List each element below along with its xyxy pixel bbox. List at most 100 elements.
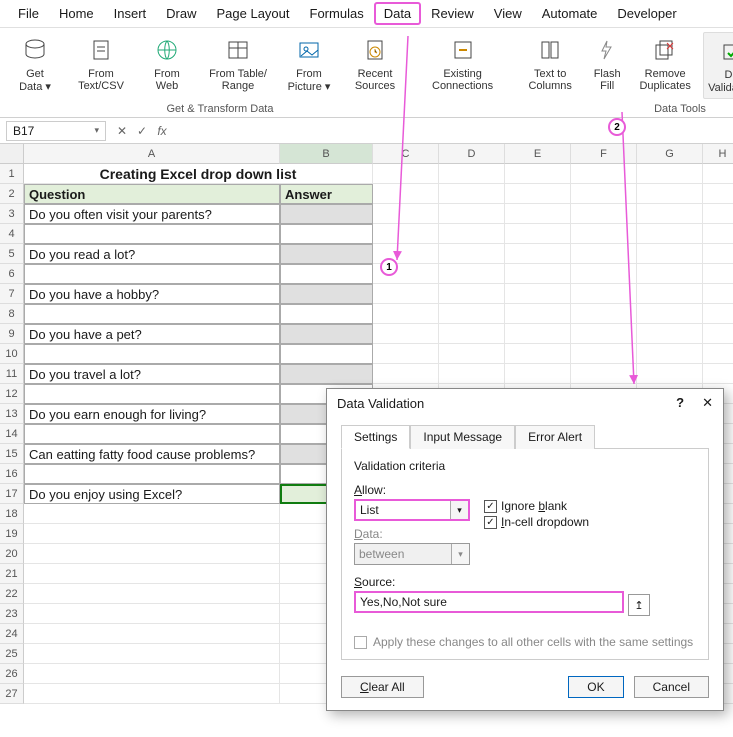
cell-A23[interactable]	[24, 604, 280, 624]
cell-A27[interactable]	[24, 684, 280, 704]
row-header-10[interactable]: 10	[0, 344, 24, 364]
cell-D1[interactable]	[439, 164, 505, 184]
cell-H9[interactable]	[703, 324, 733, 344]
row-header-12[interactable]: 12	[0, 384, 24, 404]
menu-automate[interactable]: Automate	[532, 2, 608, 25]
row-header-20[interactable]: 20	[0, 544, 24, 564]
col-header-G[interactable]: G	[637, 144, 703, 164]
source-input[interactable]: Yes,No,Not sure	[354, 591, 624, 613]
cell-G10[interactable]	[637, 344, 703, 364]
cell-A15[interactable]: Can eatting fatty food cause problems?	[24, 444, 280, 464]
cell-A25[interactable]	[24, 644, 280, 664]
cell-E2[interactable]	[505, 184, 571, 204]
cell-A16[interactable]	[24, 464, 280, 484]
row-header-15[interactable]: 15	[0, 444, 24, 464]
from-table-button[interactable]: From Table/ Range	[204, 32, 272, 92]
flash-fill-button[interactable]: Flash Fill	[587, 32, 627, 92]
menu-review[interactable]: Review	[421, 2, 484, 25]
cell-A1[interactable]: Creating Excel drop down list	[24, 164, 373, 184]
cancel-icon[interactable]: ✕	[112, 124, 132, 138]
row-header-6[interactable]: 6	[0, 264, 24, 284]
cell-G4[interactable]	[637, 224, 703, 244]
ignore-blank-checkbox[interactable]: ✓Ignore blank	[484, 499, 589, 513]
cell-A2[interactable]: Question	[24, 184, 280, 204]
row-header-22[interactable]: 22	[0, 584, 24, 604]
cell-F5[interactable]	[571, 244, 637, 264]
row-header-4[interactable]: 4	[0, 224, 24, 244]
cell-G2[interactable]	[637, 184, 703, 204]
cell-E6[interactable]	[505, 264, 571, 284]
menu-insert[interactable]: Insert	[104, 2, 157, 25]
formula-input[interactable]	[172, 124, 733, 138]
cell-D4[interactable]	[439, 224, 505, 244]
cancel-button[interactable]: Cancel	[634, 676, 709, 698]
cell-A26[interactable]	[24, 664, 280, 684]
cell-G5[interactable]	[637, 244, 703, 264]
cell-D5[interactable]	[439, 244, 505, 264]
cell-E4[interactable]	[505, 224, 571, 244]
cell-C2[interactable]	[373, 184, 439, 204]
dialog-tab-input-message[interactable]: Input Message	[410, 425, 515, 449]
col-header-B[interactable]: B	[280, 144, 373, 164]
cell-H10[interactable]	[703, 344, 733, 364]
cell-F4[interactable]	[571, 224, 637, 244]
cell-F11[interactable]	[571, 364, 637, 384]
cell-C10[interactable]	[373, 344, 439, 364]
remove-dup-button[interactable]: Remove Duplicates	[635, 32, 695, 92]
cell-A9[interactable]: Do you have a pet?	[24, 324, 280, 344]
from-picture-button[interactable]: From Picture ▾	[280, 32, 338, 93]
cell-F7[interactable]	[571, 284, 637, 304]
cell-H6[interactable]	[703, 264, 733, 284]
cell-H2[interactable]	[703, 184, 733, 204]
from-web-button[interactable]: From Web	[138, 32, 196, 92]
menu-file[interactable]: File	[8, 2, 49, 25]
cell-B5[interactable]	[280, 244, 373, 264]
cell-E3[interactable]	[505, 204, 571, 224]
cell-C4[interactable]	[373, 224, 439, 244]
cell-B2[interactable]: Answer	[280, 184, 373, 204]
cell-A6[interactable]	[24, 264, 280, 284]
cell-B8[interactable]	[280, 304, 373, 324]
row-header-17[interactable]: 17	[0, 484, 24, 504]
cell-A8[interactable]	[24, 304, 280, 324]
cell-H4[interactable]	[703, 224, 733, 244]
cell-B3[interactable]	[280, 204, 373, 224]
clear-all-button[interactable]: Clear All	[341, 676, 424, 698]
cell-G9[interactable]	[637, 324, 703, 344]
dialog-tab-settings[interactable]: Settings	[341, 425, 410, 449]
col-header-E[interactable]: E	[505, 144, 571, 164]
cell-A24[interactable]	[24, 624, 280, 644]
row-header-18[interactable]: 18	[0, 504, 24, 524]
row-header-1[interactable]: 1	[0, 164, 24, 184]
cell-E9[interactable]	[505, 324, 571, 344]
recent-sources-button[interactable]: Recent Sources	[346, 32, 404, 92]
cell-D11[interactable]	[439, 364, 505, 384]
row-header-7[interactable]: 7	[0, 284, 24, 304]
cell-D6[interactable]	[439, 264, 505, 284]
cell-A13[interactable]: Do you earn enough for living?	[24, 404, 280, 424]
row-header-11[interactable]: 11	[0, 364, 24, 384]
row-header-24[interactable]: 24	[0, 624, 24, 644]
row-header-25[interactable]: 25	[0, 644, 24, 664]
cell-F2[interactable]	[571, 184, 637, 204]
cell-B7[interactable]	[280, 284, 373, 304]
cell-F9[interactable]	[571, 324, 637, 344]
cell-H5[interactable]	[703, 244, 733, 264]
cell-F3[interactable]	[571, 204, 637, 224]
menu-draw[interactable]: Draw	[156, 2, 206, 25]
cell-F6[interactable]	[571, 264, 637, 284]
help-icon[interactable]: ?	[676, 395, 684, 411]
cell-C3[interactable]	[373, 204, 439, 224]
cell-A5[interactable]: Do you read a lot?	[24, 244, 280, 264]
cell-F8[interactable]	[571, 304, 637, 324]
row-header-19[interactable]: 19	[0, 524, 24, 544]
allow-select[interactable]: List▾	[354, 499, 470, 521]
cell-A12[interactable]	[24, 384, 280, 404]
dialog-tab-error-alert[interactable]: Error Alert	[515, 425, 595, 449]
cell-G8[interactable]	[637, 304, 703, 324]
cell-B11[interactable]	[280, 364, 373, 384]
cell-A14[interactable]	[24, 424, 280, 444]
name-box[interactable]: B17▾	[6, 121, 106, 141]
cell-A21[interactable]	[24, 564, 280, 584]
cell-D7[interactable]	[439, 284, 505, 304]
